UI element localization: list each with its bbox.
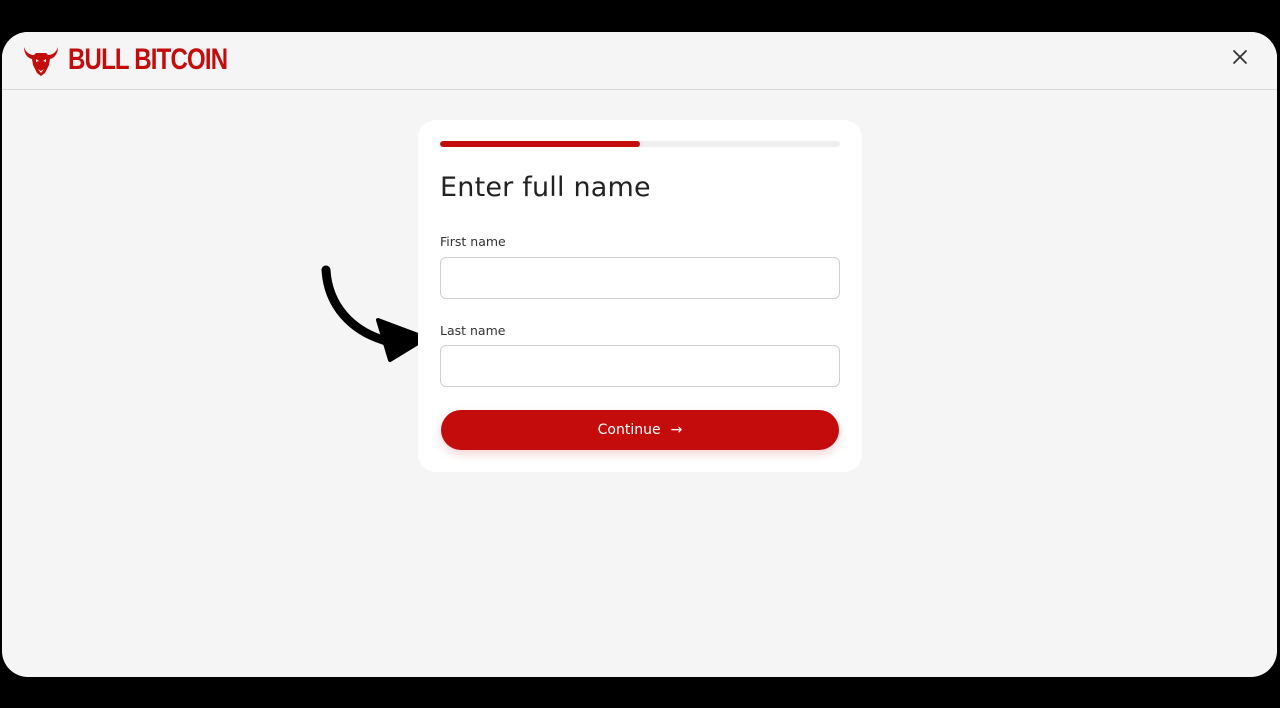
top-bar: BULL BITCOIN [2, 32, 1277, 90]
progress-bar-fill [440, 141, 640, 147]
first-name-label: First name [440, 234, 506, 249]
continue-label: Continue [597, 422, 661, 438]
continue-button[interactable]: Continue → [441, 410, 839, 450]
app-window: BULL BITCOIN Enter full name First name … [2, 32, 1277, 677]
curved-arrow-icon [321, 265, 428, 362]
form-title: Enter full name [440, 172, 651, 203]
close-button[interactable] [1229, 46, 1251, 68]
name-form-card: Enter full name First name Last name Con… [418, 120, 862, 472]
arrow-right-icon: → [670, 422, 683, 438]
brand-name: BULL BITCOIN [68, 43, 228, 76]
close-icon [1233, 50, 1247, 64]
first-name-input[interactable] [440, 257, 840, 299]
progress-bar [440, 141, 840, 147]
last-name-input[interactable] [440, 345, 840, 387]
last-name-label: Last name [440, 323, 506, 338]
bull-head-icon [24, 47, 58, 76]
brand-logo: BULL BITCOIN [22, 42, 267, 78]
